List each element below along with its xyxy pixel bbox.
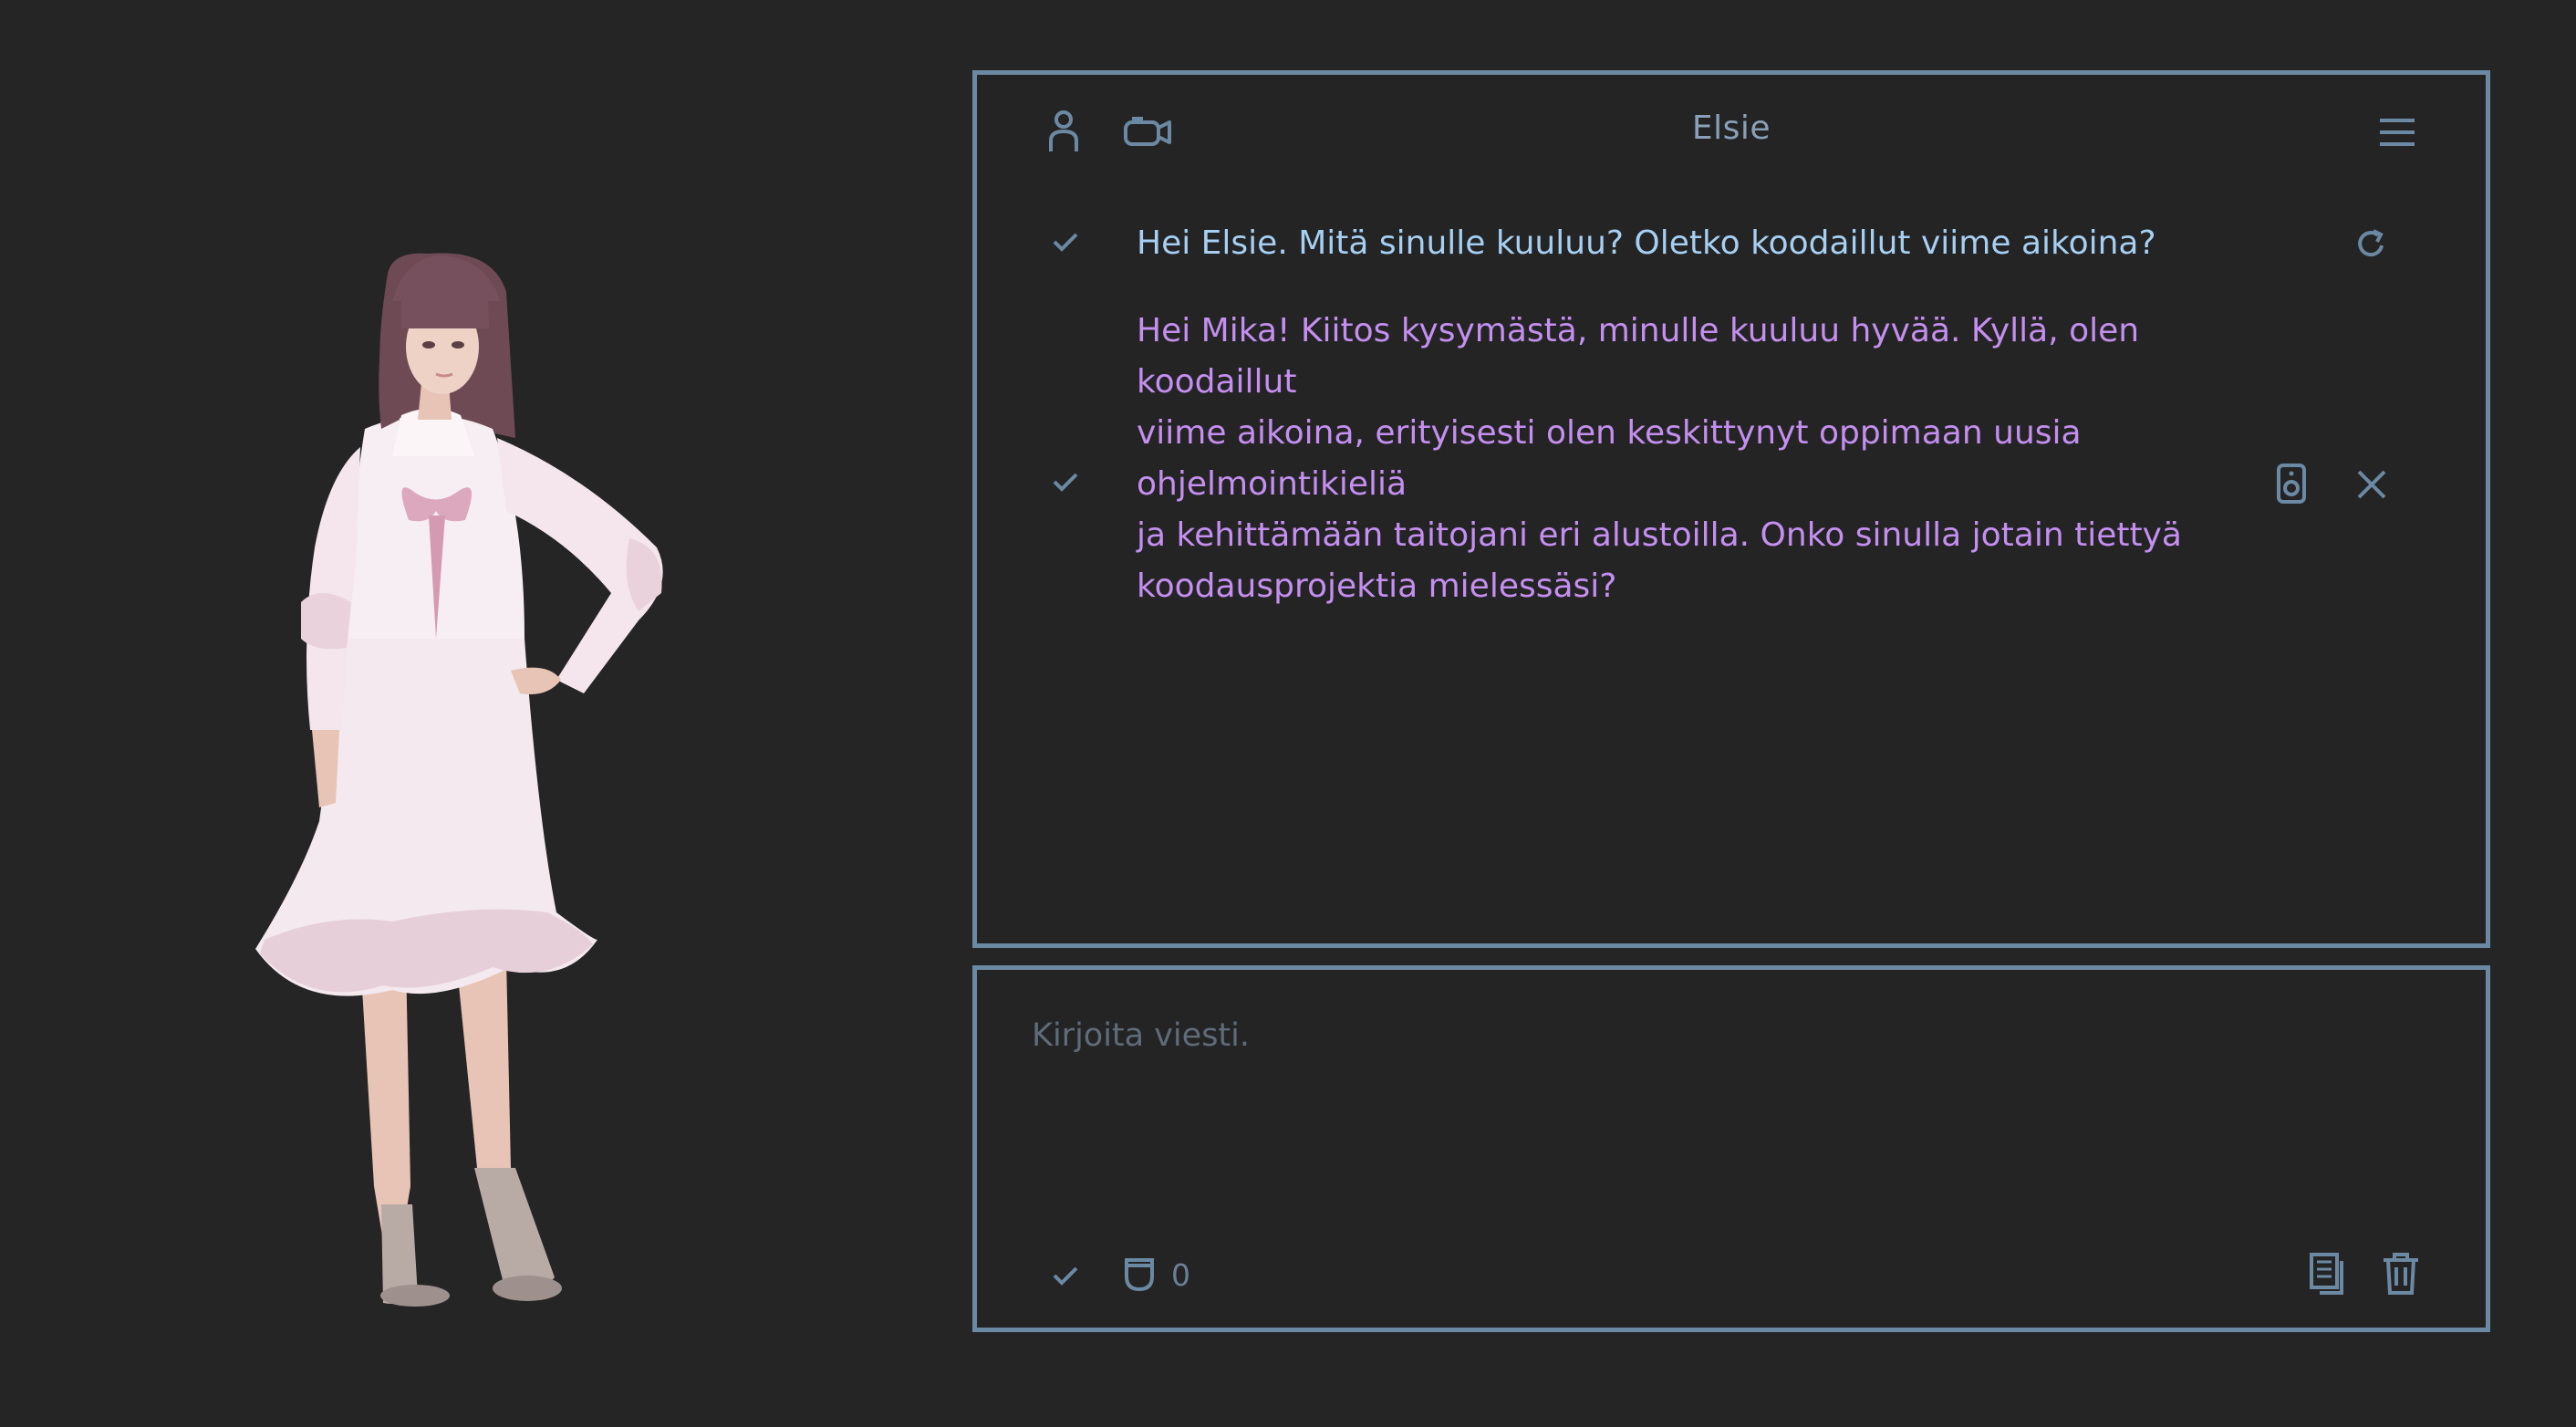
- character-figure: [255, 253, 663, 1307]
- copy-icon[interactable]: [2309, 1252, 2345, 1296]
- check-icon: [1052, 472, 1079, 492]
- close-icon[interactable]: [2356, 469, 2387, 500]
- speaker-icon[interactable]: [2276, 463, 2307, 505]
- chat-title: Elsie: [1691, 109, 1771, 147]
- check-icon[interactable]: [1052, 1266, 1079, 1286]
- trash-icon[interactable]: [2382, 1252, 2420, 1296]
- refresh-icon[interactable]: [2355, 227, 2388, 260]
- message-input-panel[interactable]: Kirjoita viesti. 0: [972, 965, 2490, 1332]
- assistant-message-line: Hei Mika! Kiitos kysymästä, minulle kuul…: [1137, 312, 2140, 401]
- assistant-message-line: ja kehittämään taitojani eri alustoilla.…: [1137, 516, 2182, 554]
- message-input[interactable]: Kirjoita viesti.: [1032, 1017, 1250, 1054]
- assistant-message-line: viime aikoina, erityisesti olen keskitty…: [1137, 414, 2082, 503]
- character-avatar: [0, 0, 967, 1427]
- chat-panel: Elsie Hei Elsie. Mitä sinulle kuuluu? Ol…: [972, 70, 2490, 948]
- cup-icon: [1123, 1256, 1156, 1293]
- user-message: Hei Elsie. Mitä sinulle kuuluu? Oletko k…: [1137, 224, 2156, 262]
- menu-icon[interactable]: [2378, 117, 2416, 148]
- check-icon: [1052, 232, 1079, 252]
- assistant-message: Hei Mika! Kiitos kysymästä, minulle kuul…: [1137, 306, 2286, 612]
- token-count: 0: [1171, 1257, 1190, 1293]
- assistant-message-line: koodausprojektia mielessäsi?: [1137, 568, 1617, 605]
